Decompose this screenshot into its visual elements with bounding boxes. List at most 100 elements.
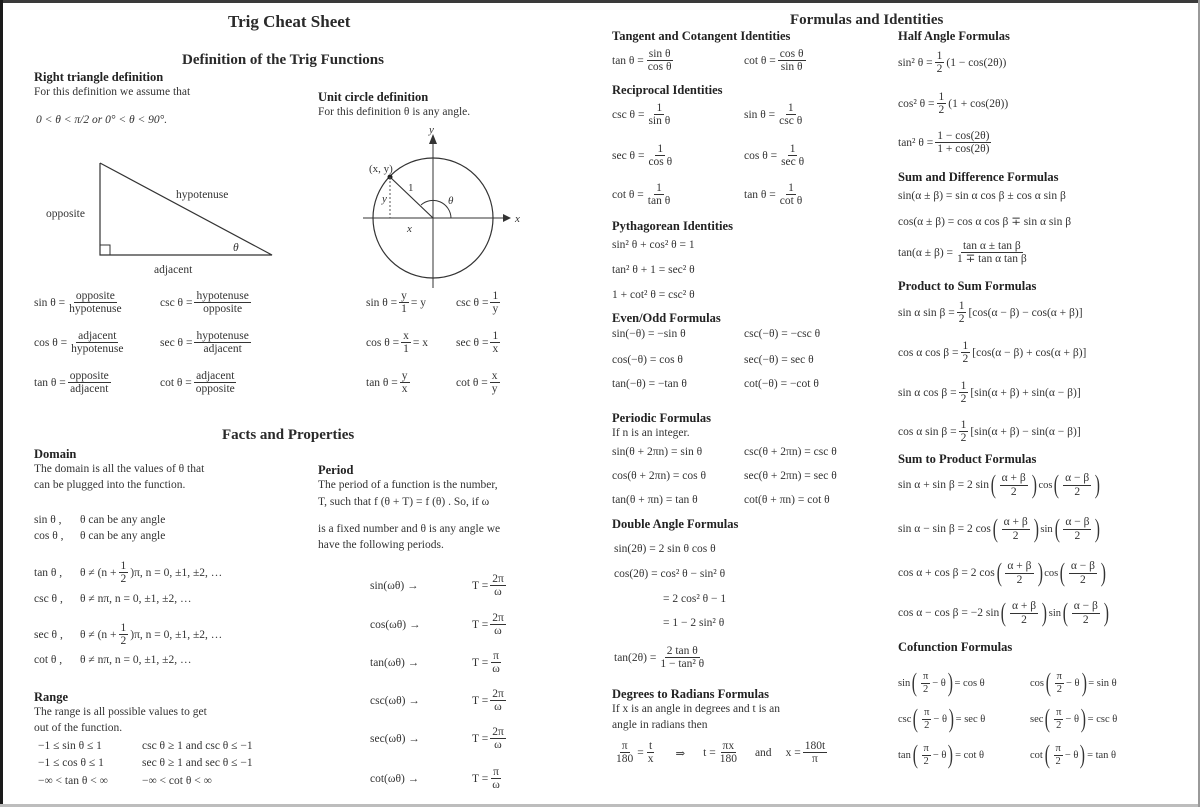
theta-label: θ	[233, 242, 239, 254]
period-row: sec(ωθ) → T = 2π ω	[370, 726, 508, 751]
formula-lhs: cot θ =	[160, 376, 192, 389]
fraction: π2	[1054, 707, 1064, 731]
numerator: 1	[490, 330, 501, 344]
denominator: sin θ	[780, 61, 803, 74]
fraction: 1 − cos(2θ) 1 + cos(2θ)	[935, 130, 992, 155]
even-odd-formula: cos(−θ) = cos θ	[612, 354, 683, 366]
numerator: y	[399, 290, 409, 304]
paren: (	[1044, 740, 1050, 769]
radius-label: 1	[408, 182, 414, 194]
domain-row: tan θ , θ ≠ (n + 1 2)π, n = 0, ±1, ±2, …	[34, 560, 222, 585]
formula-lhs: tan(α ± β) =	[898, 246, 954, 259]
paren: )	[1094, 470, 1101, 499]
function-name: sin	[898, 677, 911, 689]
theta-arc	[420, 199, 452, 219]
period-function: tan(ωθ) →	[370, 656, 420, 669]
half-angle-tan: tan² θ = 1 − cos(2θ) 1 + cos(2θ)	[898, 130, 993, 155]
right-triangle-formula: cos θ = adjacent hypotenuse	[34, 330, 127, 355]
equals: =	[637, 746, 644, 759]
domain-text-1: The domain is all the values of θ that	[34, 463, 205, 475]
denominator: adjacent	[70, 383, 109, 396]
denominator: 2	[1074, 529, 1081, 542]
fraction: πx 180	[718, 740, 739, 765]
numerator: π	[1054, 671, 1064, 684]
period-row: cot(ωθ) → T = π ω	[370, 766, 504, 791]
right-triangle-formula: sec θ = hypotenuse adjacent	[160, 330, 253, 355]
fraction: tan α ± tan β1 ∓ tan α tan β	[955, 240, 1029, 265]
reciprocal-identity: cot θ = 1 tan θ	[612, 182, 674, 207]
reciprocal-identity: csc θ = 1 sin θ	[612, 102, 674, 127]
sum-product-formula: cos α + cos β = 2 cos(α + β 2) cos(α − β 2)	[898, 560, 1108, 586]
cofunction-formula: cos(π 2− θ) = sin θ	[1030, 670, 1117, 696]
fraction: cos θ sin θ	[777, 48, 806, 74]
half-angle-heading: Half Angle Formulas	[898, 29, 1010, 43]
fraction: 1x	[490, 330, 501, 355]
numerator: cos θ	[777, 48, 806, 62]
denominator: 2	[1056, 683, 1062, 695]
numerator: π	[922, 707, 932, 720]
pythagorean-identity: tan² θ + 1 = sec² θ	[612, 264, 695, 276]
formula-lhs: tan θ =	[744, 188, 776, 201]
cofunction-formula: sec(π 2− θ) = csc θ	[1030, 706, 1117, 732]
paren: )	[1031, 470, 1037, 499]
unit-circle-heading: Unit circle definition	[318, 90, 429, 104]
formula-rhs: = sec θ	[955, 713, 986, 725]
theta-label: θ	[448, 195, 454, 207]
right-triangle-formula: cot θ = adjacent opposite	[160, 370, 239, 395]
periodic-formula: sin(θ + 2πn) = sin θ	[612, 446, 703, 458]
fraction: 12	[958, 380, 969, 406]
unit-circle-formula: cos θ = x 1 = x	[366, 330, 428, 355]
right-triangle-heading: Right triangle definition	[34, 70, 164, 84]
numerator: 1	[785, 102, 796, 116]
fraction: 12	[956, 300, 967, 325]
formula-lhs: tan θ =	[34, 376, 66, 389]
period-heading: Period	[318, 463, 354, 477]
domain-function: cos θ ,	[34, 530, 64, 542]
paren: (	[1045, 668, 1051, 697]
fraction: 12	[936, 91, 947, 116]
range-right: −∞ < cot θ < ∞	[142, 775, 212, 787]
formulas-title: Formulas and Identities	[790, 12, 944, 28]
numerator: 1	[958, 380, 969, 394]
formula-lhs: tan² θ =	[898, 136, 934, 149]
double-angle-formula: cos(2θ) = cos² θ − sin² θ	[614, 568, 726, 580]
deg-rad-formula: π 180 = t x ⇒ t = πx 180 and x = 180t π	[612, 740, 829, 765]
x-axis-label: x	[514, 213, 520, 225]
domain-function: csc θ ,	[34, 593, 63, 605]
fraction: xy	[489, 370, 500, 395]
denominator: 2	[960, 393, 967, 406]
sum-product-formula: sin α − sin β = 2 cos(α + β 2) sin(α − β 2)	[898, 516, 1102, 542]
page-border-left	[0, 0, 3, 807]
fraction: α + β2	[1005, 560, 1034, 586]
formula-lhs: cos α + cos β = 2 cos	[898, 567, 995, 579]
unit-circle-formula: cot θ = x y	[456, 370, 502, 395]
numerator: 1	[934, 50, 945, 64]
period-text-4: have the following periods.	[318, 539, 444, 551]
denominator: cot θ	[779, 195, 803, 208]
paren: (	[992, 514, 998, 543]
paren: (	[913, 704, 919, 733]
range-text-1: The range is all possible values to get	[34, 706, 207, 718]
definitions-heading: Definition of the Trig Functions	[182, 52, 384, 68]
denominator: ω	[494, 625, 502, 638]
domain-condition: θ can be any angle	[80, 530, 166, 542]
minus-theta: − θ	[933, 713, 947, 725]
cofunction-formula: cot(π 2− θ) = tan θ	[1030, 742, 1116, 768]
fraction: α − β2	[1063, 516, 1092, 542]
paren: (	[1054, 514, 1060, 543]
range-left: −1 ≤ cos θ ≤ 1	[38, 757, 104, 769]
minus-theta: − θ	[932, 677, 946, 689]
denominator: 2	[922, 683, 929, 695]
paren: (	[1054, 470, 1060, 499]
formula-lhs: sin α sin β =	[898, 306, 955, 319]
minus-theta: − θ	[1065, 677, 1080, 689]
periodic-formula: cos(θ + 2πn) = cos θ	[612, 470, 706, 482]
double-angle-heading: Double Angle Formulas	[612, 517, 739, 531]
hypotenuse-label: hypotenuse	[176, 189, 228, 201]
periodic-formula: sec(θ + 2πn) = sec θ	[744, 470, 837, 482]
period-row: cos(ωθ) → T = 2π ω	[370, 612, 508, 637]
half-angle-formula: sin² θ = 1 2 (1 − cos(2θ))	[898, 50, 1006, 75]
fraction: x1	[401, 330, 411, 355]
domain-function: sin θ ,	[34, 514, 62, 526]
page-border-top	[0, 0, 1200, 3]
